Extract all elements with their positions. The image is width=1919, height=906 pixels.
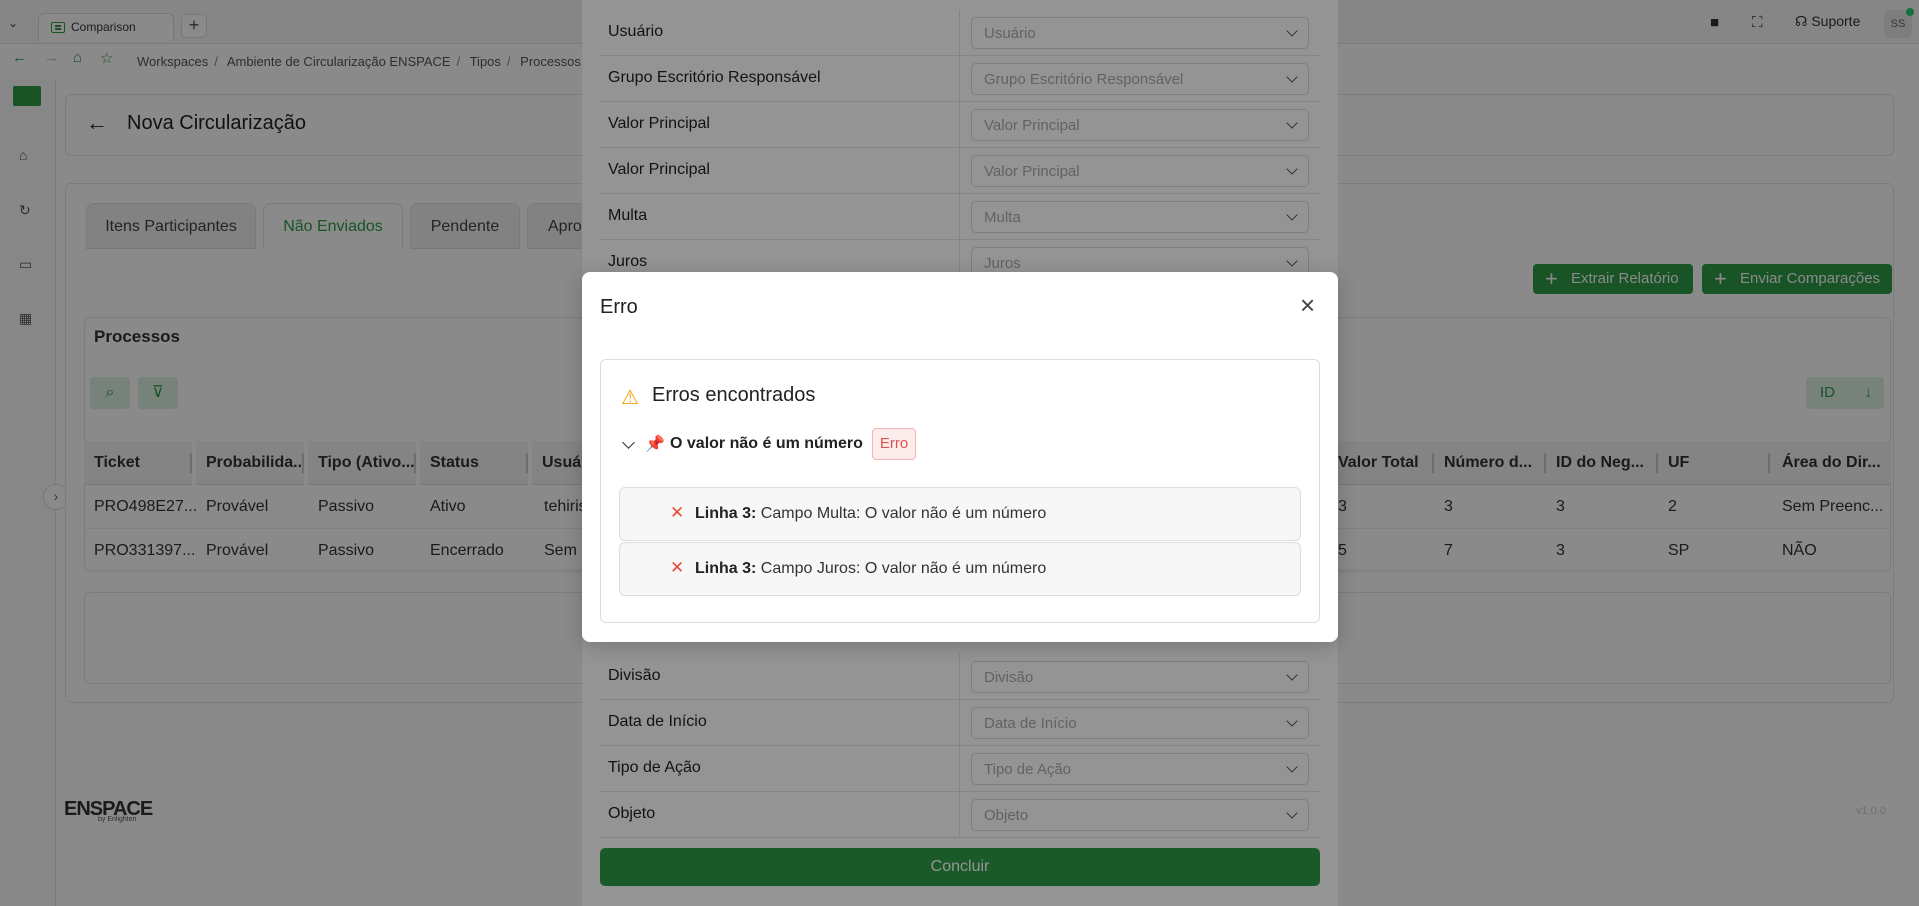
modal-title: Erro — [600, 296, 638, 318]
errors-heading: Erros encontrados — [652, 384, 816, 406]
error-line: Linha 3: — [695, 505, 757, 522]
error-x-icon: ✕ — [670, 503, 685, 522]
error-message: Campo Multa: O valor não é um número — [760, 505, 1047, 522]
error-message: Campo Juros: O valor não é um número — [760, 560, 1047, 577]
error-line: Linha 3: — [695, 560, 757, 577]
pin-icon: 📌 — [645, 436, 665, 453]
error-item: ✕ Linha 3: Campo Juros: O valor não é um… — [619, 542, 1301, 596]
warning-icon: ⚠ — [621, 387, 639, 409]
error-x-icon: ✕ — [670, 558, 685, 577]
error-group-title[interactable]: O valor não é um número — [670, 435, 863, 453]
error-badge: Erro — [872, 428, 916, 460]
close-icon[interactable]: × — [1300, 292, 1315, 318]
error-item: ✕ Linha 3: Campo Multa: O valor não é um… — [619, 487, 1301, 541]
